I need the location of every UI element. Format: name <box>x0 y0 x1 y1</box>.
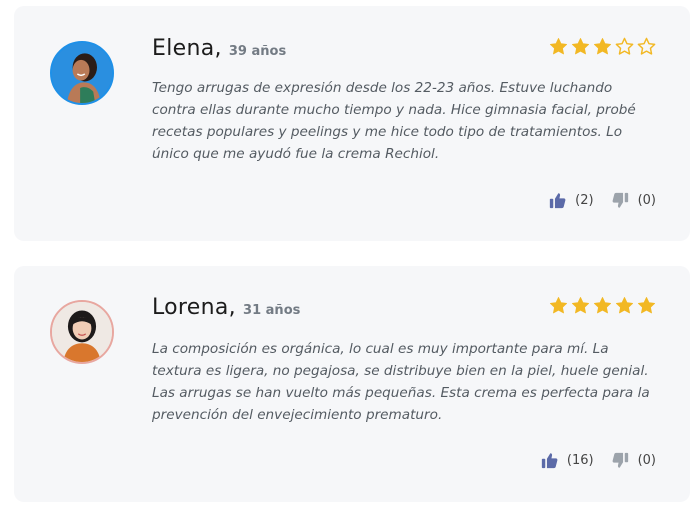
star-icon <box>571 297 590 314</box>
star-icon <box>593 297 612 314</box>
dislike-count: (0) <box>637 453 656 468</box>
thumbs-down-icon <box>612 192 628 208</box>
star-icon <box>615 297 634 314</box>
star-icon <box>549 38 568 55</box>
dislike-count: (0) <box>637 193 656 208</box>
thumbs-up-icon <box>541 453 558 469</box>
dislike-button[interactable]: (0) <box>612 452 656 469</box>
star-outline-icon <box>637 37 656 55</box>
review-text: La composición es orgánica, lo cual es m… <box>152 341 650 423</box>
review-card: Lorena, 31 años La composición es orgáni… <box>14 266 690 502</box>
vote-bar: (2) (0) <box>549 192 656 209</box>
like-button[interactable]: (16) <box>541 452 594 469</box>
reviewer-name: Elena <box>152 36 215 61</box>
like-count: (2) <box>575 193 594 208</box>
thumbs-up-icon <box>550 193 566 209</box>
reviewer-avatar <box>50 41 114 105</box>
star-icon <box>593 38 612 55</box>
reviewer-avatar <box>50 300 114 364</box>
star-rating <box>549 296 656 315</box>
reviewer-age: 39 años <box>228 44 287 59</box>
like-count: (16) <box>566 453 594 468</box>
review-card: Elena, 39 años Tengo arrugas de expresió… <box>14 6 690 241</box>
reviewer-name: Lorena <box>152 295 229 320</box>
star-rating <box>549 37 656 56</box>
reviewer-age: 31 años <box>243 303 301 318</box>
thumbs-down-icon <box>612 452 628 468</box>
vote-bar: (16) (0) <box>541 452 656 469</box>
review-text: Tengo arrugas de expresión desde los 22-… <box>152 80 636 162</box>
star-icon <box>549 297 568 314</box>
star-icon <box>571 38 590 55</box>
star-icon <box>637 297 656 314</box>
dislike-button[interactable]: (0) <box>612 192 656 209</box>
star-outline-icon <box>615 37 634 55</box>
like-button[interactable]: (2) <box>549 192 594 209</box>
